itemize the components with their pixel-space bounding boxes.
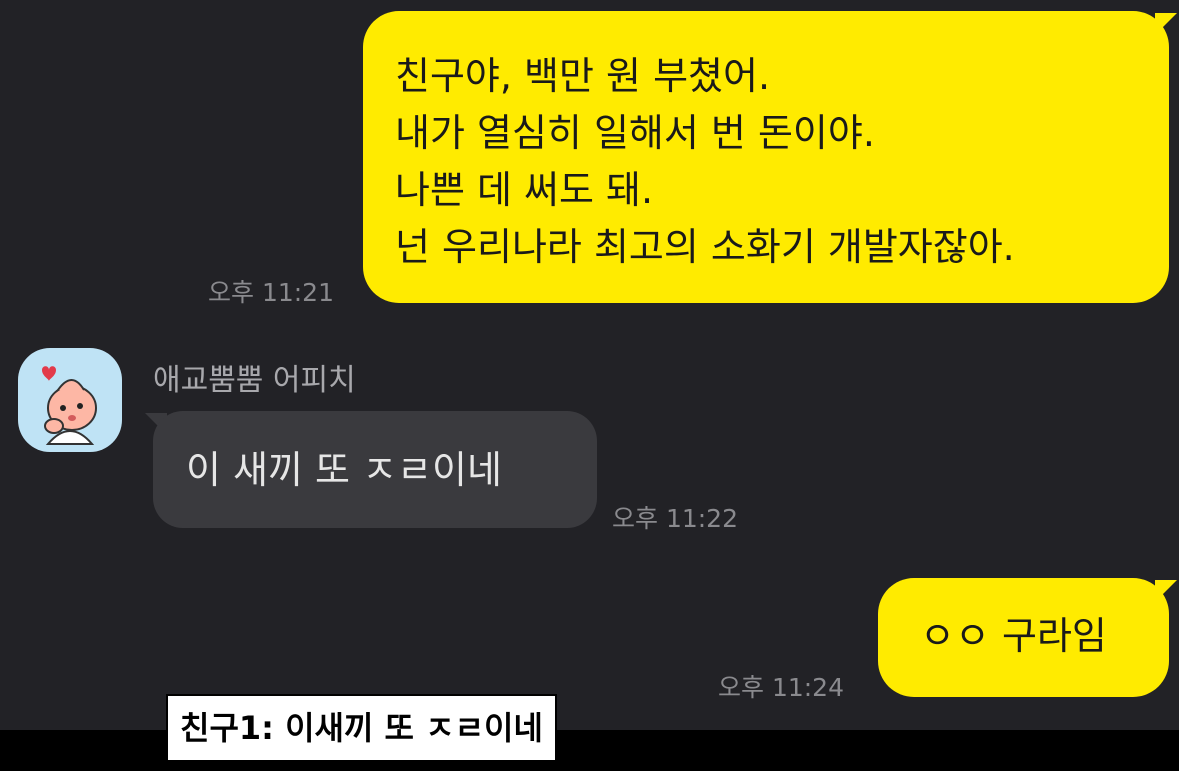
outgoing-message-bubble[interactable]: 친구야, 백만 원 부쳤어. 내가 열심히 일해서 번 돈이야. 나쁜 데 써도… [363,11,1169,303]
apeach-avatar-icon[interactable] [18,348,122,452]
outgoing-message-bubble[interactable]: ㅇㅇ 구라임 [878,578,1169,697]
incoming-message-bubble[interactable]: 이 새끼 또 ㅈㄹ이네 [153,411,597,528]
message-text-line: 나쁜 데 써도 돼. [395,168,654,212]
sender-name: 애교뿜뿜 어피치 [153,363,356,398]
subtitle-caption: 친구1: 이새끼 또 ㅈㄹ이네 [166,694,557,762]
heart-icon [42,366,56,381]
bubble-tail [1155,13,1177,35]
message-text: ㅇㅇ 구라임 [920,614,1107,658]
message-text-line: 넌 우리나라 최고의 소화기 개발자잖아. [395,225,1015,269]
message-text-line: 내가 열심히 일해서 번 돈이야. [395,111,875,155]
bubble-tail [1155,580,1177,602]
message-time: 오후 11:24 [718,673,844,702]
chat-room[interactable]: 오후 11:21 친구야, 백만 원 부쳤어. 내가 열심히 일해서 번 돈이야… [0,0,1179,730]
message-text: 이 새끼 또 ㅈㄹ이네 [186,448,502,492]
message-text-line: 친구야, 백만 원 부쳤어. [395,54,771,98]
message-time: 오후 11:21 [208,278,334,307]
message-time: 오후 11:22 [612,504,738,533]
